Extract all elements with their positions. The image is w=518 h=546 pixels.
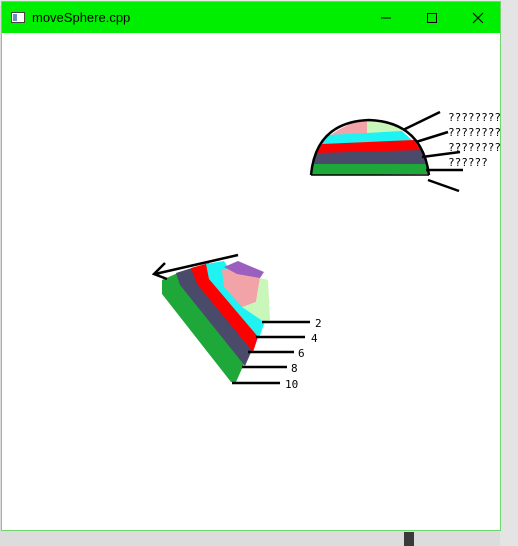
- sphere-label-2: 4: [311, 332, 318, 345]
- opengl-canvas[interactable]: ???????? ???????? ???????? ?????? 2 4 6 …: [2, 33, 501, 530]
- maximize-icon: [427, 12, 437, 23]
- minimize-icon: [381, 17, 391, 18]
- minimize-button[interactable]: [364, 2, 408, 33]
- title-bar[interactable]: moveSphere.cpp: [2, 2, 500, 33]
- tilted-sphere: 2 4 6 8 10: [151, 253, 322, 391]
- close-icon: [472, 12, 484, 23]
- sphere-label-4: 8: [291, 362, 298, 375]
- hemisphere-pointer-line-2: [415, 130, 449, 144]
- scene-drawing: ???????? ???????? ???????? ?????? 2 4 6 …: [151, 110, 501, 391]
- hemisphere-pointer-line-1: [402, 110, 441, 132]
- hemisphere-label-3: ????????: [448, 141, 500, 154]
- hemisphere-label-2: ????????: [448, 126, 500, 139]
- hemisphere-band-6: [311, 164, 428, 175]
- sphere-label-3: 6: [298, 347, 305, 360]
- window-title: moveSphere.cpp: [32, 10, 131, 25]
- hemisphere-label-4: ??????: [448, 156, 488, 169]
- close-button[interactable]: [456, 2, 500, 33]
- sphere-label-5: 10: [285, 378, 298, 391]
- app-window: moveSphere.cpp ???????? ???????? ???????…: [1, 1, 501, 531]
- taskbar-edge: [404, 532, 414, 546]
- desktop-background: [500, 0, 518, 546]
- hemisphere-label-1: ????????: [448, 111, 500, 124]
- app-window-icon[interactable]: [11, 12, 25, 23]
- maximize-button[interactable]: [410, 2, 454, 33]
- sphere-label-1: 2: [315, 317, 322, 330]
- hemisphere: ???????? ???????? ???????? ??????: [309, 110, 501, 193]
- hemisphere-pointer-line-5: [427, 178, 460, 193]
